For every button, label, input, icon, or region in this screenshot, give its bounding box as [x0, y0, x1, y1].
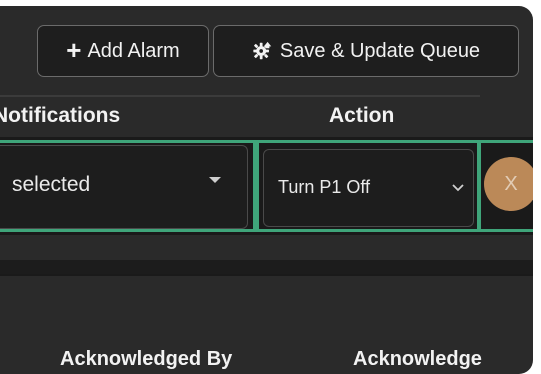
save-update-queue-label: Save & Update Queue [279, 39, 481, 62]
row-separator [0, 260, 533, 274]
alarm-panel: + Add Alarm Save & Update Queue Notifica… [0, 6, 533, 374]
close-icon: X [504, 172, 518, 195]
action-select[interactable]: Turn P1 Off [263, 149, 474, 227]
column-header-action: Action [329, 104, 395, 127]
gear-icon [252, 40, 274, 62]
add-alarm-label: Add Alarm [87, 39, 180, 62]
notifications-select[interactable]: selected [0, 145, 248, 229]
chevron-down-icon [451, 180, 465, 198]
remove-row-button[interactable]: X [484, 157, 533, 211]
save-update-queue-button[interactable]: Save & Update Queue [213, 25, 519, 77]
column-header-acknowledged-by: Acknowledged By [60, 348, 233, 370]
plus-icon: + [66, 35, 82, 65]
screenshot-frame: + Add Alarm Save & Update Queue Notifica… [0, 0, 541, 374]
empty-row [0, 274, 533, 340]
divider [0, 95, 480, 97]
column-header-notifications: Notifications [0, 104, 121, 127]
add-alarm-button[interactable]: + Add Alarm [37, 25, 209, 77]
notifications-select-value: selected [12, 173, 91, 196]
caret-down-icon [209, 177, 221, 183]
column-header-acknowledge: Acknowledge [353, 348, 482, 370]
action-select-value: Turn P1 Off [278, 177, 371, 197]
